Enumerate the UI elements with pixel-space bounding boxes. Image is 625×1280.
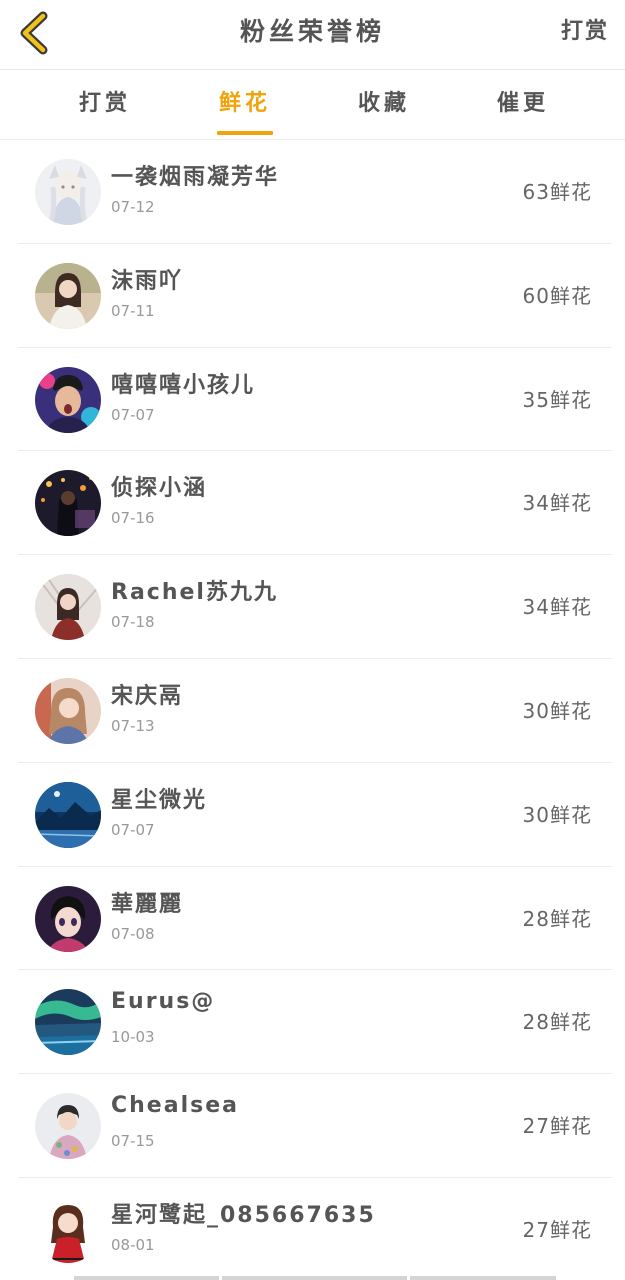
list-item[interactable]: Rachel苏九九 07-18 34鲜花 (18, 555, 612, 659)
fan-name: Eurus@ (111, 989, 216, 1015)
fan-date: 07-16 (111, 509, 155, 528)
flower-count: 34鲜花 (522, 491, 592, 516)
avatar (35, 1093, 101, 1160)
list-item[interactable]: Chealsea 07-15 27鲜花 (18, 1074, 612, 1178)
fan-date: 07-13 (111, 716, 155, 735)
avatar (35, 470, 101, 537)
list-item[interactable]: 嘻嘻嘻小孩儿 07-07 35鲜花 (18, 348, 612, 452)
tab-urge-update[interactable]: 催更 (468, 71, 578, 140)
tab-flowers-label: 鲜花 (218, 91, 271, 116)
tab-reward-label: 打赏 (78, 91, 131, 116)
fan-ranking-list: 一袭烟雨凝芳华 07-12 63鲜花 沫雨吖 07-11 60鲜花 嘻嘻嘻小孩儿… (18, 140, 612, 1280)
flower-count: 60鲜花 (522, 283, 592, 308)
list-item[interactable]: 星尘微光 07-07 30鲜花 (18, 763, 612, 867)
flower-count: 28鲜花 (522, 906, 592, 931)
anime-girl-avatar-icon (35, 159, 101, 225)
avatar (35, 677, 101, 744)
fan-date: 07-15 (111, 1132, 155, 1151)
tab-bar: 打赏 鲜花 收藏 催更 (0, 71, 625, 140)
flower-count: 35鲜花 (522, 387, 592, 412)
avatar (35, 885, 101, 952)
tab-flowers[interactable]: 鲜花 (190, 71, 300, 140)
page-title: 粉丝荣誉榜 (239, 17, 385, 46)
fan-name: 華麗麗 (111, 891, 184, 917)
avatar (35, 989, 101, 1056)
fan-name: Rachel苏九九 (111, 580, 278, 606)
bottom-button-segment (222, 1276, 407, 1280)
avatar (35, 366, 101, 433)
fan-name: Chealsea (111, 1093, 239, 1119)
fan-date: 07-18 (111, 613, 155, 632)
girl-photo-avatar-icon (35, 677, 101, 744)
flower-count: 30鲜花 (522, 802, 592, 827)
header-bar: 粉丝荣誉榜 打赏 (0, 0, 625, 70)
tab-favorites[interactable]: 收藏 (329, 71, 439, 140)
fan-date: 07-11 (111, 301, 155, 320)
flower-count: 30鲜花 (522, 698, 592, 723)
avatar (35, 1196, 101, 1263)
girl-photo-avatar-icon (35, 574, 101, 641)
avatar (35, 159, 101, 225)
fan-name: 侦探小涵 (111, 476, 208, 502)
mountain-night-avatar-icon (35, 781, 101, 848)
boy-photo-avatar-icon (35, 1093, 101, 1160)
reward-button[interactable]: 打赏 (561, 0, 609, 66)
list-item[interactable]: Eurus@ 10-03 28鲜花 (18, 970, 612, 1075)
fan-name: 星尘微光 (111, 787, 208, 813)
flower-count: 28鲜花 (522, 1010, 592, 1035)
avatar (35, 574, 101, 641)
fan-name: 沫雨吖 (111, 268, 184, 294)
fan-name: 星河鹭起_085667635 (111, 1202, 376, 1228)
fan-name: 嘻嘻嘻小孩儿 (111, 372, 256, 398)
active-tab-indicator (217, 131, 273, 135)
bottom-button-segment (410, 1276, 556, 1280)
fan-date: 07-08 (111, 924, 155, 943)
list-item[interactable]: 一袭烟雨凝芳华 07-12 63鲜花 (18, 140, 612, 244)
flower-count: 27鲜花 (522, 1217, 592, 1242)
tab-urge-update-label: 催更 (496, 91, 549, 116)
boy-photo-avatar-icon (35, 366, 101, 433)
list-item[interactable]: 沫雨吖 07-11 60鲜花 (18, 244, 612, 348)
fan-date: 08-01 (111, 1235, 155, 1254)
fan-date: 10-03 (111, 1028, 155, 1047)
fan-date: 07-12 (111, 198, 155, 216)
bottom-button-segment (74, 1276, 219, 1280)
aurora-avatar-icon (35, 989, 101, 1056)
flower-count: 34鲜花 (522, 595, 592, 620)
fan-date: 07-07 (111, 820, 155, 839)
list-item[interactable]: 侦探小涵 07-16 34鲜花 (18, 451, 612, 556)
girl-photo-avatar-icon (35, 262, 101, 329)
fan-name: 一袭烟雨凝芳华 (111, 165, 280, 190)
fan-name: 宋庆鬲 (111, 683, 184, 709)
flower-count: 27鲜花 (522, 1114, 592, 1139)
flower-count: 63鲜花 (522, 180, 592, 204)
tab-reward[interactable]: 打赏 (50, 71, 160, 140)
list-item[interactable]: 華麗麗 07-08 28鲜花 (18, 867, 612, 971)
avatar (35, 781, 101, 848)
anime-boy-avatar-icon (35, 885, 101, 952)
tab-favorites-label: 收藏 (357, 91, 410, 116)
list-item[interactable]: 宋庆鬲 07-13 30鲜花 (18, 659, 612, 763)
fan-date: 07-07 (111, 405, 155, 424)
night-scene-avatar-icon (35, 470, 101, 537)
avatar (35, 262, 101, 329)
list-item[interactable]: 星河鹭起_085667635 08-01 27鲜花 (18, 1178, 612, 1280)
cartoon-girl-avatar-icon (35, 1196, 101, 1263)
